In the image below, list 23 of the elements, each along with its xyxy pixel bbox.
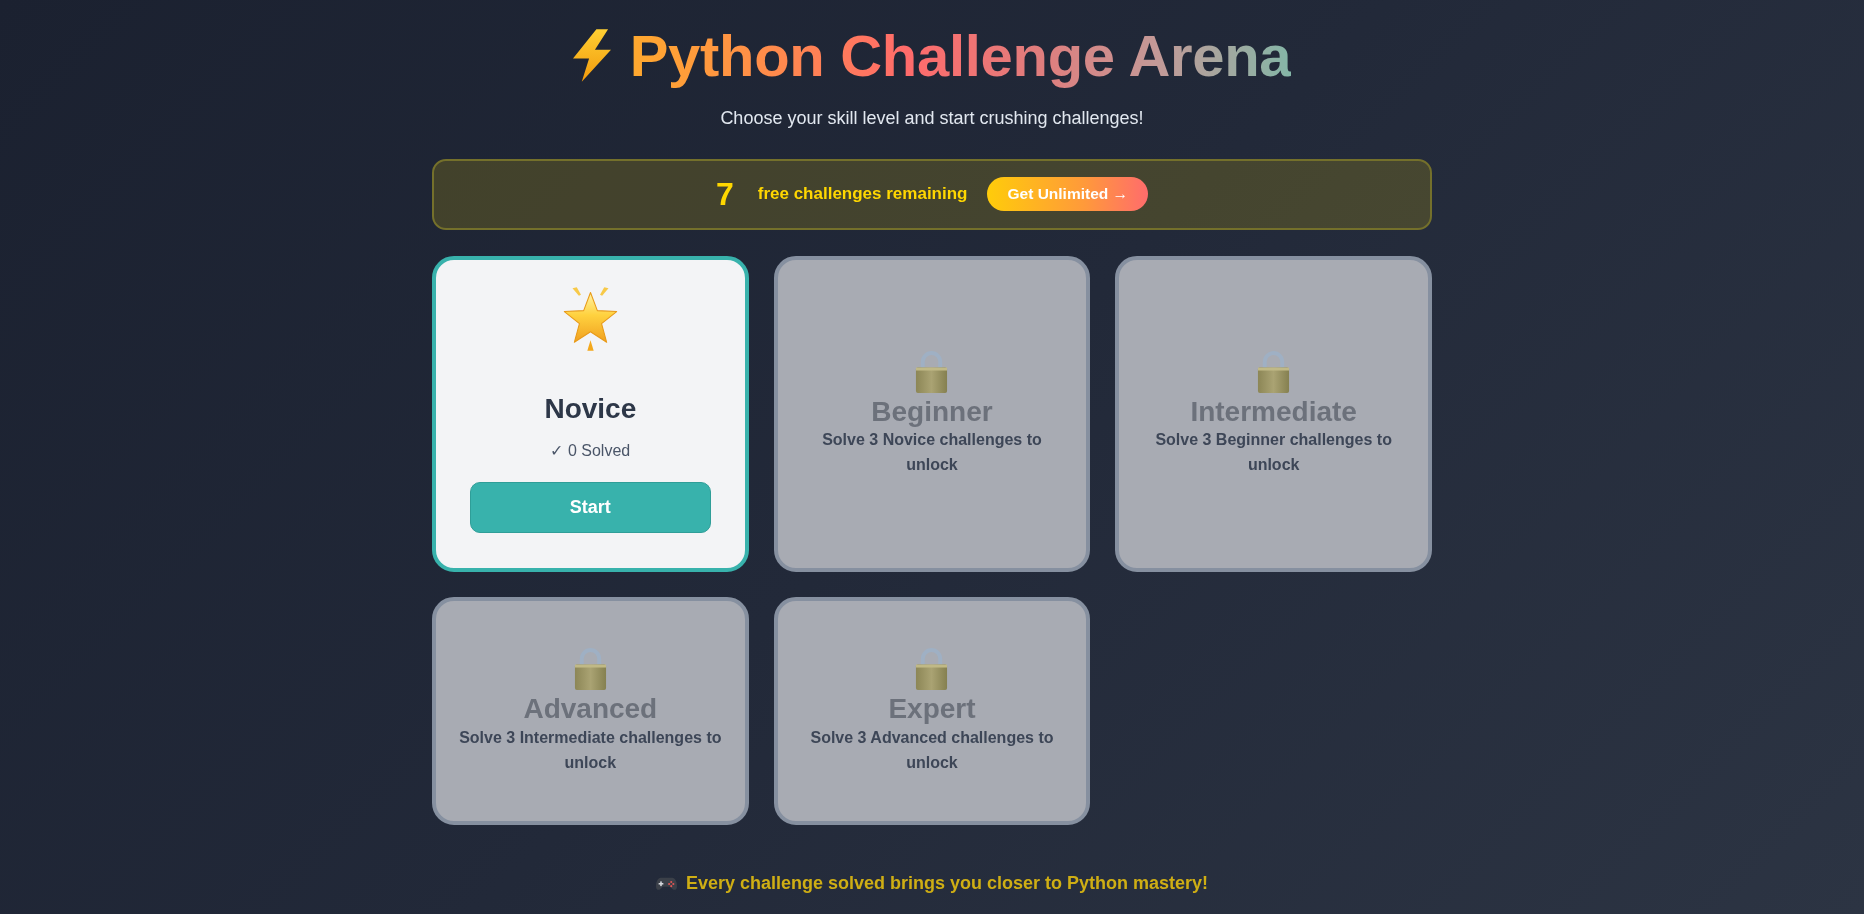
level-name: Advanced — [523, 692, 658, 726]
padlock-icon — [1256, 349, 1292, 393]
footer-text: Every challenge solved brings you closer to Python mastery! — [685, 872, 1209, 896]
gamepad-icon — [655, 876, 677, 892]
remaining-label: free challenges remaining — [757, 183, 968, 206]
unlock-requirement-text: Solve 3 Novice challenges to unlock — [821, 430, 1043, 476]
level-name: Novice — [544, 391, 637, 426]
unlock-requirement-text: Solve 3 Beginner challenges to unlock — [1154, 430, 1393, 476]
start-button[interactable]: Start — [470, 482, 711, 534]
sparkling-star-icon — [562, 285, 618, 352]
level-name: Expert — [888, 692, 976, 726]
unlock-requirement-text: Solve 3 Intermediate challenges to unlock — [458, 727, 723, 773]
get-unlimited-button[interactable]: Get Unlimited → — [987, 177, 1149, 211]
lightning-bolt-icon — [572, 29, 611, 83]
solved-count: ✓ 0 Solved — [550, 441, 631, 462]
padlock-icon — [914, 349, 950, 393]
level-name: Intermediate — [1190, 394, 1357, 429]
subtitle-text: Choose your skill level and start crushing challenges! — [719, 106, 1145, 130]
remaining-count: 7 — [715, 178, 734, 211]
padlock-icon — [572, 647, 608, 691]
level-name: Beginner — [871, 394, 993, 429]
padlock-icon — [914, 647, 950, 691]
unlock-requirement-text: Solve 3 Advanced challenges to unlock — [809, 727, 1055, 773]
